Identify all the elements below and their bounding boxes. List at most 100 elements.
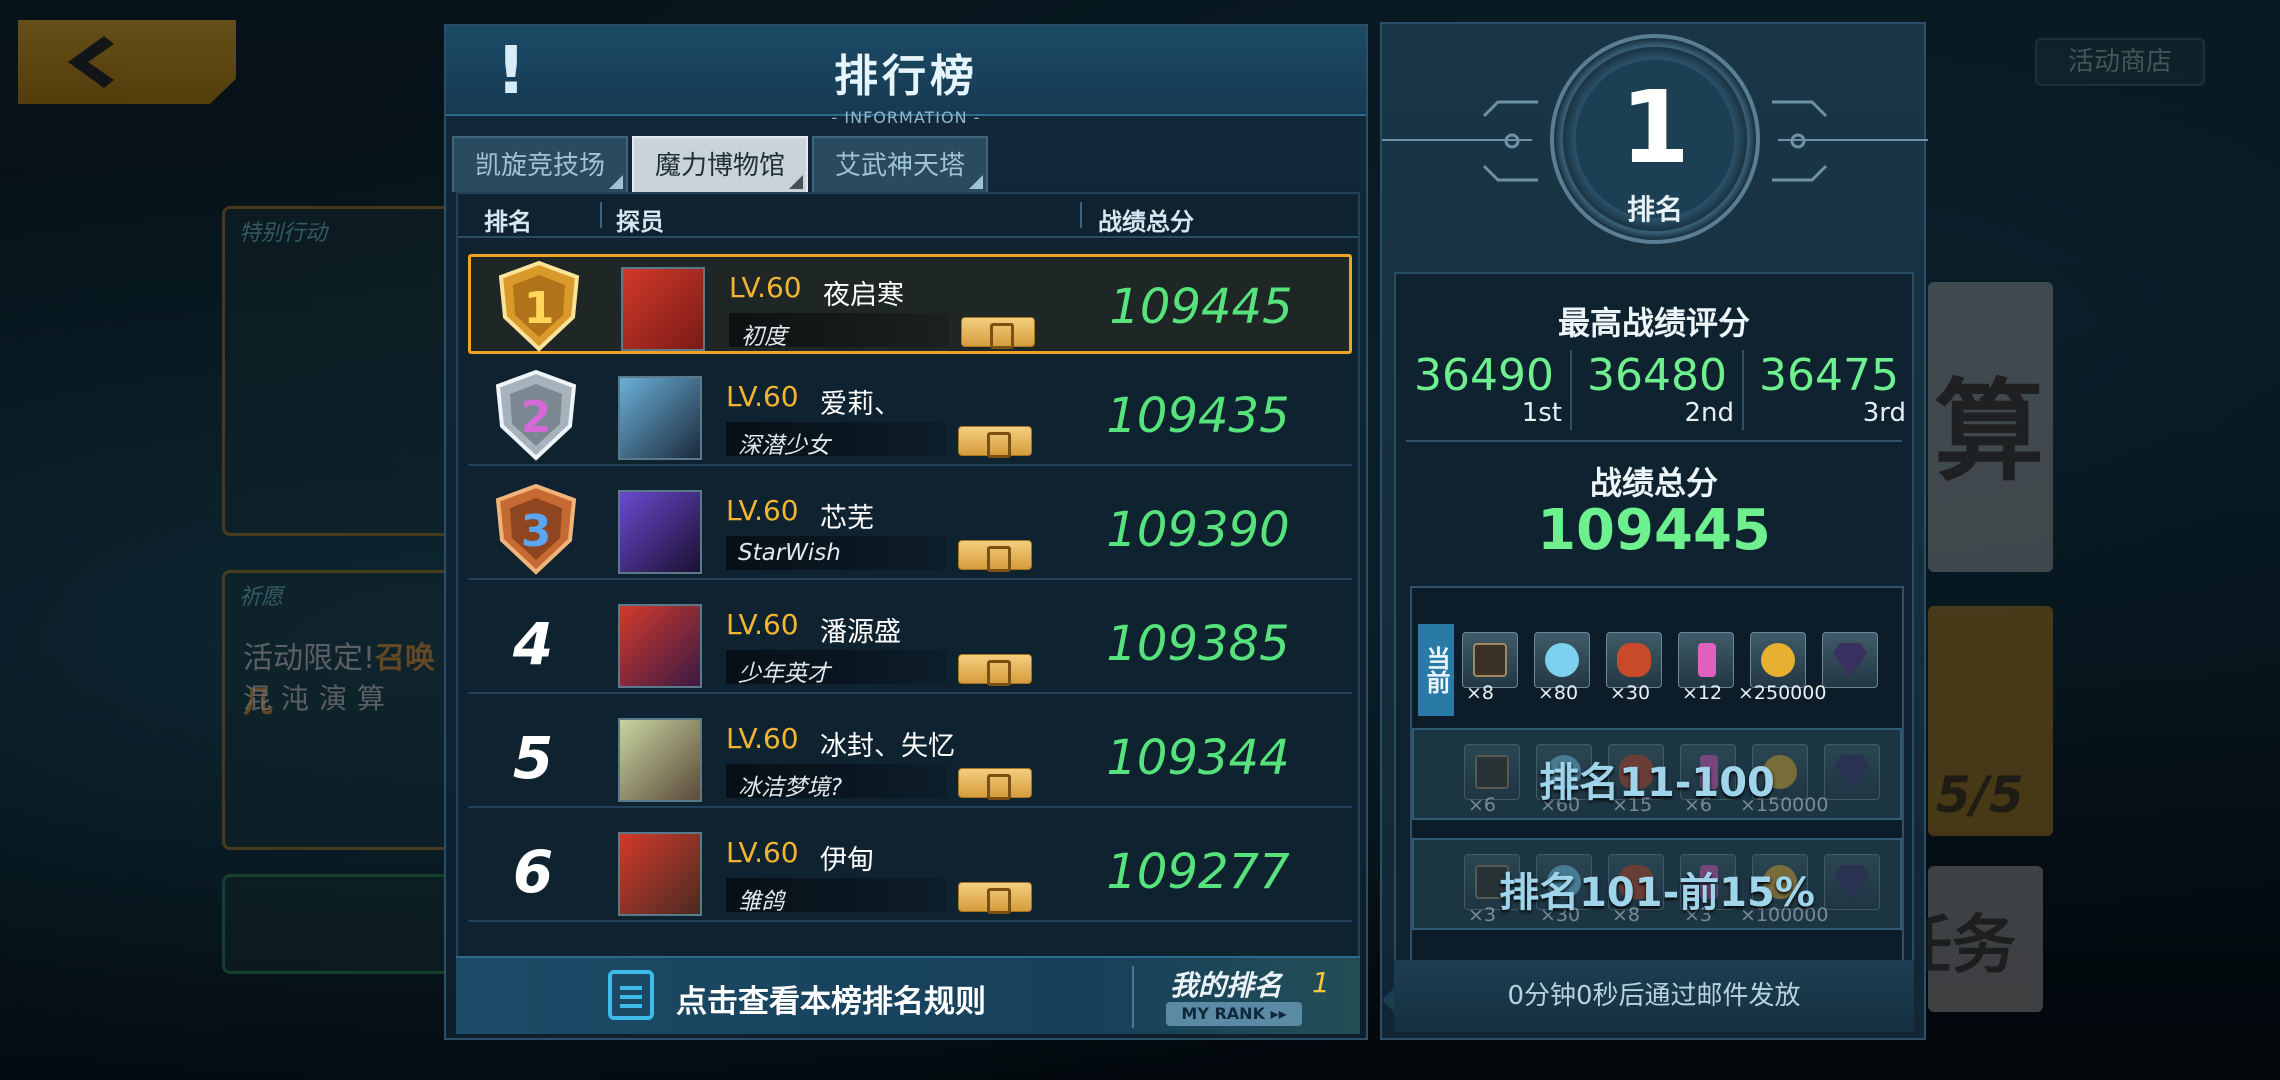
player-title: 冰洁梦境? bbox=[738, 775, 843, 801]
player-name: 潘源盛 bbox=[820, 617, 901, 648]
fire-stone-icon[interactable] bbox=[1606, 632, 1662, 688]
item-qty: ×80 bbox=[1538, 682, 1579, 704]
player-score: 109385 bbox=[1106, 616, 1290, 672]
best-score-ordinal: 3rd bbox=[1862, 398, 1906, 428]
player-level: LV.60 bbox=[729, 271, 802, 304]
gold-medal-icon: 1 bbox=[498, 261, 580, 352]
col-rank: 排名 bbox=[484, 208, 532, 236]
ranking-tabs: 凯旋竞技场 魔力博物馆 艾武神天塔 bbox=[452, 136, 988, 192]
ranking-row[interactable]: 6 LV.60 伊甸 雏鸽 109277 bbox=[468, 822, 1352, 922]
reward-panel: 1 排名 最高战绩评分 36490 1st 36480 2nd 36475 3r… bbox=[1380, 22, 1928, 1040]
gift-icon[interactable] bbox=[958, 426, 1032, 458]
tab-tower[interactable]: 艾武神天塔 bbox=[812, 136, 988, 192]
column-header: 排名 探员 战绩总分 bbox=[458, 194, 1358, 238]
player-score: 109445 bbox=[1109, 279, 1293, 335]
player-title: 深潜少女 bbox=[738, 433, 830, 459]
col-divider bbox=[1080, 202, 1082, 228]
player-level: LV.60 bbox=[726, 380, 799, 413]
item-qty: ×8 bbox=[1466, 682, 1495, 704]
ranking-row[interactable]: 3 LV.60 芯芜 StarWish 109390 bbox=[468, 480, 1352, 580]
player-level: LV.60 bbox=[726, 722, 799, 755]
svg-text:2: 2 bbox=[521, 392, 552, 443]
svg-text:3: 3 bbox=[521, 506, 552, 557]
gift-icon[interactable] bbox=[958, 882, 1032, 914]
player-level: LV.60 bbox=[726, 608, 799, 641]
player-level: LV.60 bbox=[726, 494, 799, 527]
player-score: 109277 bbox=[1106, 844, 1290, 900]
my-rank-value: 1 bbox=[1312, 966, 1330, 999]
ranking-subtitle: - INFORMATION - bbox=[831, 108, 981, 127]
rank-number: 6 bbox=[512, 838, 554, 906]
reward-tier-current: 当前 ×8 ×80 ×30 ×12 ×250000 bbox=[1412, 618, 1902, 716]
svg-text:1: 1 bbox=[524, 283, 555, 334]
avatar[interactable] bbox=[618, 490, 702, 574]
player-title: 初度 bbox=[741, 324, 787, 350]
potion-icon[interactable] bbox=[1678, 632, 1734, 688]
best-score-value: 36475 bbox=[1759, 350, 1899, 401]
best-score-1: 36490 1st bbox=[1398, 350, 1570, 430]
tier-label: 排名11-100 bbox=[1539, 760, 1775, 806]
total-score-value: 109445 bbox=[1537, 498, 1771, 563]
player-name: 爱莉、 bbox=[820, 389, 901, 420]
avatar[interactable] bbox=[618, 832, 702, 916]
reward-tiers[interactable]: 当前 ×8 ×80 ×30 ×12 ×250000 ×6 ×60 ×15 ×6 … bbox=[1410, 586, 1904, 962]
my-rank-button[interactable]: MY RANK ▸▸ bbox=[1166, 1002, 1302, 1026]
player-name: 芯芜 bbox=[820, 503, 874, 534]
player-name: 夜启寒 bbox=[823, 280, 904, 311]
clipboard-icon[interactable] bbox=[608, 970, 654, 1020]
silver-medal-icon: 2 bbox=[495, 370, 577, 461]
ranking-panel: ! 排行榜 - INFORMATION - 凯旋竞技场 魔力博物馆 艾武神天塔 … bbox=[444, 24, 1368, 1040]
item-qty: ×30 bbox=[1610, 682, 1651, 704]
avatar[interactable] bbox=[618, 376, 702, 460]
best-score-title: 最高战绩评分 bbox=[1557, 304, 1750, 342]
tab-museum[interactable]: 魔力博物馆 bbox=[632, 136, 808, 192]
my-rank-circle: 1 排名 bbox=[1550, 34, 1760, 244]
col-divider bbox=[600, 202, 602, 228]
gift-icon[interactable] bbox=[961, 317, 1035, 349]
best-score-ordinal: 1st bbox=[1521, 398, 1562, 428]
gift-icon[interactable] bbox=[958, 540, 1032, 572]
my-rank-number: 1 bbox=[1620, 69, 1690, 186]
crystal-icon[interactable] bbox=[1534, 632, 1590, 688]
col-score: 战绩总分 bbox=[1098, 208, 1194, 236]
my-rank-label: 我的排名 bbox=[1170, 969, 1283, 1002]
avatar[interactable] bbox=[618, 604, 702, 688]
summary-divider bbox=[1406, 440, 1902, 442]
tab-arena[interactable]: 凯旋竞技场 bbox=[452, 136, 628, 192]
gift-icon[interactable] bbox=[958, 768, 1032, 800]
col-member: 探员 bbox=[616, 208, 664, 236]
dark-gem-icon[interactable] bbox=[1822, 632, 1878, 688]
tab-museum-label: 魔力博物馆 bbox=[654, 151, 785, 181]
best-score-3: 36475 3rd bbox=[1742, 350, 1914, 430]
rule-link[interactable]: 点击查看本榜排名规则 bbox=[676, 976, 986, 1021]
current-tag: 当前 bbox=[1418, 624, 1454, 716]
player-title: StarWish bbox=[738, 540, 841, 566]
ranking-row[interactable]: 4 LV.60 潘源盛 少年英才 109385 bbox=[468, 594, 1352, 694]
rank-number: 4 bbox=[512, 610, 554, 678]
ranking-list[interactable]: 排名 探员 战绩总分 1 LV.60 夜启寒 初度 109445 2 LV.60… bbox=[456, 192, 1360, 982]
player-level: LV.60 bbox=[726, 836, 799, 869]
tab-arena-label: 凯旋竞技场 bbox=[474, 151, 605, 181]
player-score: 109344 bbox=[1106, 730, 1290, 786]
item-qty: ×250000 bbox=[1738, 682, 1827, 704]
gold-coin-icon[interactable] bbox=[1750, 632, 1806, 688]
player-score: 109390 bbox=[1106, 502, 1290, 558]
ranking-row[interactable]: 1 LV.60 夜启寒 初度 109445 bbox=[468, 254, 1352, 354]
best-score-ordinal: 2nd bbox=[1684, 398, 1734, 428]
ranking-row[interactable]: 2 LV.60 爱莉、 深潜少女 109435 bbox=[468, 366, 1352, 466]
ranking-title: 排行榜 bbox=[834, 51, 978, 102]
gift-icon[interactable] bbox=[958, 654, 1032, 686]
bronze-medal-icon: 3 bbox=[495, 484, 577, 575]
reward-tier-101-top15: ×3 ×30 ×8 ×3 ×100000 排名101-前15% bbox=[1412, 838, 1902, 930]
ranking-title-bar: ! 排行榜 - INFORMATION - bbox=[446, 26, 1366, 127]
tab-tower-label: 艾武神天塔 bbox=[834, 151, 965, 181]
wing-bracket-left bbox=[1482, 100, 1538, 182]
ranking-row[interactable]: 5 LV.60 冰封、失忆 冰洁梦境? 109344 bbox=[468, 708, 1352, 808]
player-title: 雏鸽 bbox=[738, 889, 784, 915]
avatar[interactable] bbox=[621, 267, 705, 351]
tarot-card-icon[interactable] bbox=[1462, 632, 1518, 688]
best-score-value: 36490 bbox=[1414, 350, 1554, 401]
ranking-footer: 点击查看本榜排名规则 我的排名 1 MY RANK ▸▸ bbox=[456, 956, 1360, 1034]
avatar[interactable] bbox=[618, 718, 702, 802]
player-title: 少年英才 bbox=[738, 661, 830, 687]
